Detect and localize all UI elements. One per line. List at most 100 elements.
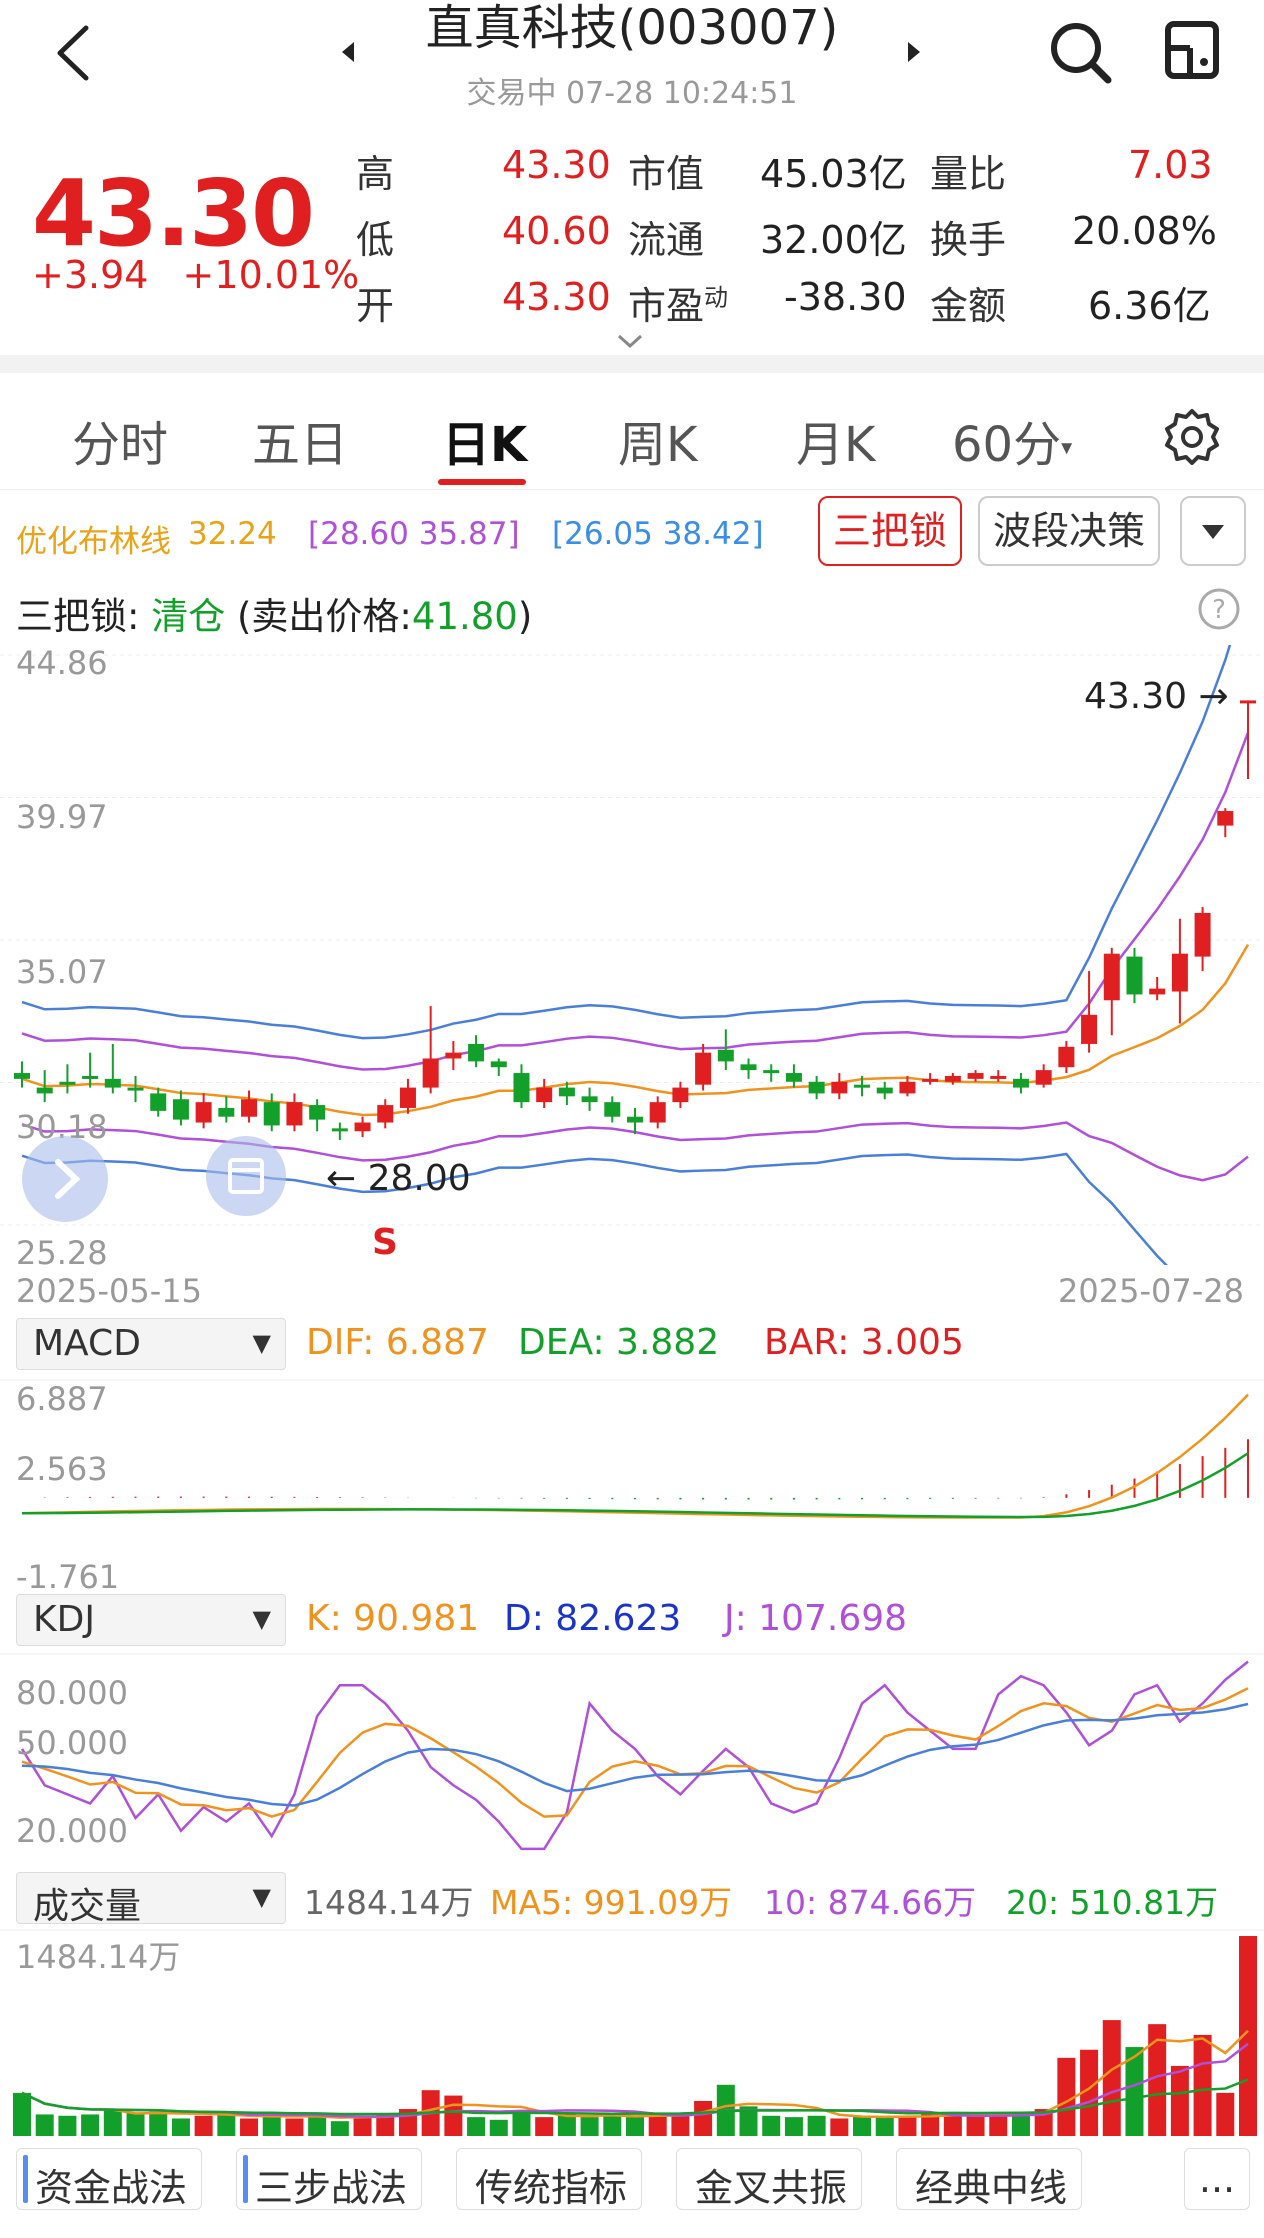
macd-y-label: 2.563 [16,1450,108,1488]
expand-button[interactable] [22,1136,108,1222]
kline-y-label: 25.28 [16,1234,108,1272]
volume-total: 1484.14万 [304,1883,474,1922]
candle-body [59,1081,76,1085]
section-divider [0,355,1264,373]
caret-down-icon: ▼ [252,1883,271,1911]
candle-body [104,1078,121,1088]
lock-status-label: 三把锁: [16,595,152,638]
bottom-tab-label: 资金战法 [35,2166,188,2210]
bottom-tab-traditional[interactable]: 传统指标 [456,2148,642,2210]
help-icon[interactable]: ? [1196,586,1242,632]
candle-body [490,1061,507,1068]
sanbasuo-button[interactable]: 三把锁 [818,496,962,566]
candle-body [468,1043,485,1062]
kdj-d: D: 82.623 [504,1598,682,1639]
boll-band1: [28.60 35.87] [308,516,520,552]
tab-monthly-k[interactable]: 月K [796,405,875,475]
candle-body [876,1087,893,1094]
volume-bar [35,2114,54,2136]
boll-mid: 32.24 [188,516,277,552]
kdj-chart[interactable] [0,1652,1264,1864]
current-price: 43.30 [32,160,315,267]
volume-bar [1102,2020,1121,2136]
search-icon[interactable] [1046,18,1116,88]
candle-body [331,1128,348,1132]
volume-selector-label: 成交量 [33,1886,142,1927]
tab-five-day[interactable]: 五日 [252,405,348,475]
header: 直真科技(003007) 交易中 07-28 10:24:51 [0,0,1264,120]
candle-body [1012,1078,1029,1088]
candle-body [854,1084,871,1088]
label-amount: 金额 [930,284,1007,328]
label-low: 低 [356,218,395,262]
volume-chart[interactable] [0,1928,1264,2138]
value-pe: -38.30 [784,275,907,319]
tab-intraday[interactable]: 分时 [72,405,168,475]
dropdown-button[interactable] [1180,496,1246,566]
lock-status-state: 清仓 [151,595,226,638]
volume-bar [13,2092,31,2136]
bottom-tab-three-steps[interactable]: 三步战法 [236,2148,422,2210]
quote-panel: 43.30 +3.94 +10.01% 高 43.30 市值 45.03亿 量比… [0,125,1264,355]
kdj-selector[interactable]: KDJ ▼ [16,1594,286,1646]
label-float: 流通 [628,218,705,262]
macd-dea-line [21,1452,1249,1519]
macd-selector[interactable]: MACD ▼ [16,1318,286,1370]
gear-icon[interactable] [1162,407,1222,467]
low-price-tag: ← 28.00 [326,1158,471,1199]
more-button[interactable]: ... [1184,2148,1250,2210]
label-market-cap: 市值 [628,152,705,196]
bottom-tab-label: 金叉共振 [695,2166,848,2210]
tab-indicator [243,2155,248,2203]
volume-bar [444,2095,463,2136]
chevron-down-icon[interactable] [616,333,644,349]
calendar-button[interactable] [206,1136,286,1216]
candle-body [513,1073,530,1103]
macd-chart[interactable] [0,1378,1264,1590]
candle-body [695,1052,712,1085]
value-high: 43.30 [502,143,611,187]
boduan-button[interactable]: 波段决策 [978,496,1160,566]
candle-body [604,1102,621,1117]
macd-dif: DIF: 6.887 [306,1322,489,1363]
volume-selector[interactable]: 成交量 ▼ [16,1872,286,1927]
caret-down-icon [1202,525,1224,539]
bottom-tab-label: 传统指标 [475,2166,628,2210]
bottom-tab-golden-cross[interactable]: 金叉共振 [676,2148,862,2210]
triangle-right-icon[interactable] [904,40,922,64]
volume-bar [966,2115,985,2136]
candle-body [740,1064,757,1071]
tab-60min-label: 60分 [952,417,1062,473]
bottom-tab-classic-mid[interactable]: 经典中线 [896,2148,1082,2210]
tab-daily-k[interactable]: 日K [442,405,527,475]
candle-body [1126,956,1143,995]
candle-body [1240,700,1256,704]
kline-chart[interactable] [0,645,1264,1265]
label-turnover: 换手 [930,218,1007,262]
volume-bar [557,2114,576,2136]
kdj-j: J: 107.698 [724,1598,908,1639]
volume-bar [353,2115,372,2136]
tab-weekly-k[interactable]: 周K [618,405,697,475]
volume-bar [989,2114,1008,2136]
bottom-tab-fund-strategy[interactable]: 资金战法 [16,2148,202,2210]
candle-body [399,1087,416,1108]
caret-down-icon: ▾ [1061,435,1073,461]
candle-body [195,1102,212,1123]
boll-name: 优化布林线 [16,524,171,560]
candle-body [785,1073,802,1082]
volume-bar [81,2114,100,2136]
candle-body [36,1087,53,1094]
share-icon[interactable] [1160,18,1224,82]
candle-body [422,1058,439,1088]
caret-down-icon: ▼ [252,1605,271,1633]
volume-bar [853,2115,872,2136]
change-percent: +10.01% [182,253,360,297]
tab-60min[interactable]: 60分▾ [952,405,1072,475]
volume-bar [807,2115,826,2136]
volume-bar [262,2114,281,2136]
volume-bar [535,2117,554,2136]
candle-body [808,1081,825,1094]
bottom-tab-label: 三步战法 [255,2166,408,2210]
candle-body [445,1052,462,1059]
